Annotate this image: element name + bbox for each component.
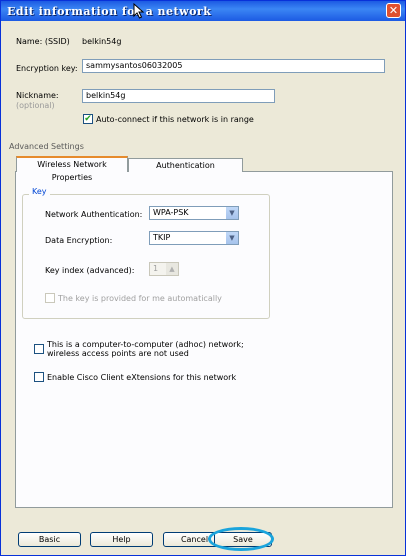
autoconnect-label: Auto-connect if this network is in range	[96, 115, 254, 124]
window-title: Edit information for a network	[7, 5, 212, 18]
basic-button[interactable]: Basic	[18, 532, 81, 547]
auto-key-checkbox	[45, 293, 55, 303]
close-icon[interactable]: ✕	[389, 4, 398, 17]
key-index-spinner: 1 ▲	[149, 262, 179, 276]
nickname-optional-hint: (optional)	[16, 101, 55, 110]
chevron-down-icon[interactable]: ▼	[226, 232, 238, 244]
help-button[interactable]: Help	[90, 532, 153, 547]
tab-authentication[interactable]: Authentication	[128, 158, 243, 172]
close-button[interactable]: ✕	[386, 3, 401, 18]
key-group-title: Key	[29, 187, 50, 196]
data-encryption-label: Data Encryption:	[45, 236, 113, 245]
spinner-arrows-icon: ▲	[166, 263, 178, 275]
auto-key-label: The key is provided for me automatically	[58, 294, 222, 303]
network-auth-value: WPA-PSK	[153, 208, 189, 217]
nickname-input[interactable]: belkin54g	[82, 89, 275, 103]
ssid-label: Name: (SSID)	[16, 37, 70, 46]
ssid-value: belkin54g	[82, 37, 122, 46]
autoconnect-checkbox[interactable]: ✔	[83, 114, 93, 124]
network-auth-label: Network Authentication:	[45, 210, 143, 219]
network-auth-select[interactable]: WPA-PSK ▼	[149, 206, 239, 220]
adhoc-label-line1: This is a computer-to-computer (adhoc) n…	[47, 340, 244, 349]
tab-wireless-network-properties[interactable]: Wireless Network Properties	[16, 156, 128, 182]
title-bar[interactable]: Edit information for a network ✕	[1, 1, 405, 21]
key-index-label: Key index (advanced):	[45, 266, 135, 275]
advanced-settings-label: Advanced Settings	[9, 142, 84, 151]
key-index-value: 1	[153, 264, 159, 273]
encryption-key-input[interactable]: sammysantos06032005	[82, 59, 385, 73]
adhoc-label-line2: wireless access points are not used	[47, 349, 189, 358]
checkmark-icon: ✔	[84, 114, 92, 124]
data-encryption-select[interactable]: TKIP ▼	[149, 231, 239, 245]
chevron-down-icon[interactable]: ▼	[226, 207, 238, 219]
edit-network-dialog: Edit information for a network ✕ Name: (…	[0, 0, 406, 556]
data-encryption-value: TKIP	[153, 233, 171, 242]
save-highlight-ring	[208, 527, 274, 551]
adhoc-checkbox[interactable]	[34, 344, 44, 354]
cisco-checkbox[interactable]	[34, 372, 44, 382]
nickname-label: Nickname:	[16, 91, 59, 100]
encryption-key-label: Encryption key:	[16, 64, 78, 73]
cisco-label: Enable Cisco Client eXtensions for this …	[47, 373, 237, 382]
mouse-cursor-icon	[133, 3, 145, 19]
